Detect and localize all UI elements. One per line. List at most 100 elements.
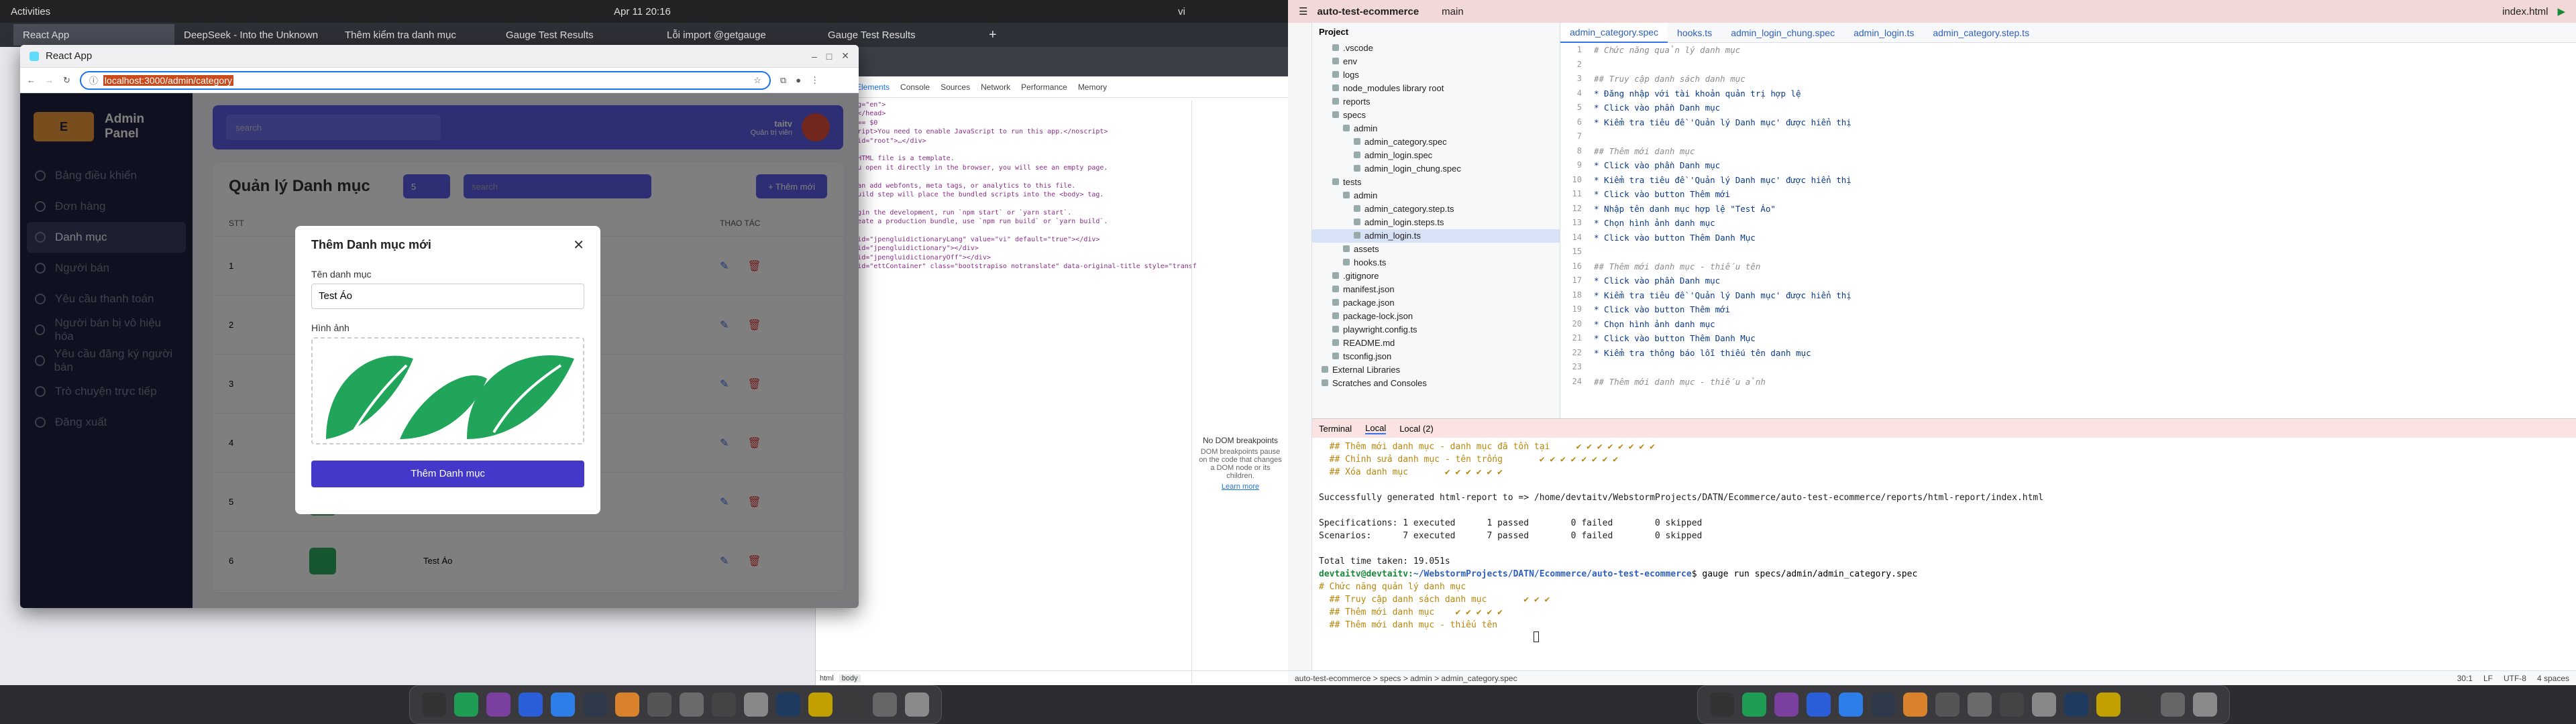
- code-line[interactable]: * Kiểm tra tiêu đề 'Quản lý Danh mục' đư…: [1594, 115, 1851, 130]
- dom-line[interactable]: <body> == $0: [821, 119, 1197, 127]
- dom-line[interactable]: <div id="root">…</div>: [821, 137, 1197, 145]
- activities-button[interactable]: Activities: [11, 6, 50, 17]
- dock-app-icon[interactable]: [1742, 692, 1766, 717]
- tree-item[interactable]: admin: [1312, 122, 1560, 135]
- new-tab-icon[interactable]: +: [979, 24, 1006, 46]
- code-line[interactable]: * Kiểm tra tiêu đề 'Quản lý Danh mục' đư…: [1594, 288, 1851, 303]
- editor-tab[interactable]: hooks.ts: [1668, 23, 1721, 43]
- dock-app-icon[interactable]: [1774, 692, 1799, 717]
- code-line[interactable]: * Đăng nhập với tài khoản quản trị hợp l…: [1594, 86, 1851, 101]
- dock-app-icon[interactable]: [454, 692, 478, 717]
- dom-line[interactable]: [821, 145, 1197, 154]
- code-editor[interactable]: # Chức năng quản lý danh mục ## Truy cập …: [1587, 43, 1851, 389]
- code-line[interactable]: * Click vào phần Danh mục: [1594, 101, 1851, 115]
- run-config[interactable]: index.html: [2502, 6, 2548, 17]
- run-icon[interactable]: ▶: [2557, 5, 2565, 17]
- editor-tab[interactable]: admin_login.ts: [1844, 23, 1923, 43]
- tree-item[interactable]: .vscode: [1312, 42, 1560, 55]
- tree-item[interactable]: assets: [1312, 243, 1560, 256]
- encoding[interactable]: UTF-8: [2504, 674, 2526, 683]
- tree-item[interactable]: tsconfig.json: [1312, 350, 1560, 363]
- elements-tree[interactable]: <html lang="en"> <head>…</head> <body> =…: [821, 101, 1197, 271]
- image-dropzone[interactable]: [311, 337, 584, 444]
- extensions-icon[interactable]: ⧉: [780, 75, 786, 86]
- tree-item[interactable]: admin_login.spec: [1312, 149, 1560, 162]
- dock-app-icon[interactable]: [519, 692, 543, 717]
- tree-item[interactable]: reports: [1312, 95, 1560, 109]
- maximize-icon[interactable]: □: [826, 51, 832, 62]
- indent-setting[interactable]: 4 spaces: [2537, 674, 2569, 683]
- dom-line[interactable]: <noscript>You need to enable JavaScript …: [821, 127, 1197, 136]
- tree-item[interactable]: External Libraries: [1312, 363, 1560, 377]
- code-line[interactable]: * Click vào phần Danh mục: [1594, 158, 1851, 173]
- devtools-tab[interactable]: Network: [981, 82, 1010, 92]
- dock-app-icon[interactable]: [808, 692, 833, 717]
- dock-app-icon[interactable]: [2161, 692, 2185, 717]
- language-indicator[interactable]: vi: [1178, 6, 1185, 17]
- tree-item[interactable]: admin_login_chung.spec: [1312, 162, 1560, 176]
- profile-icon[interactable]: ●: [796, 75, 801, 85]
- code-line[interactable]: [1594, 129, 1851, 144]
- terminal-tab[interactable]: Terminal: [1319, 424, 1352, 434]
- dock-app-icon[interactable]: [615, 692, 639, 717]
- browser-tab[interactable]: Gauge Test Results: [496, 24, 657, 46]
- code-line[interactable]: ## Thêm mới danh mục - thiếu ảnh: [1594, 375, 1851, 389]
- menu-kebab-icon[interactable]: ⋮: [810, 75, 819, 86]
- dom-line[interactable]: [821, 199, 1197, 208]
- dock-app-icon[interactable]: [1839, 692, 1863, 717]
- browser-tab[interactable]: React App: [13, 24, 174, 46]
- ide-menu-icon[interactable]: ☰: [1299, 5, 1307, 17]
- dom-line[interactable]: [821, 226, 1197, 235]
- site-info-icon[interactable]: ⓘ: [89, 74, 98, 86]
- dock-app-icon[interactable]: [1935, 692, 1960, 717]
- crumb-body[interactable]: body: [839, 674, 861, 682]
- address-bar[interactable]: ⓘ localhost:3000/admin/category ☆: [79, 70, 771, 90]
- dock-app-icon[interactable]: [905, 692, 929, 717]
- browser-tab[interactable]: Thêm kiểm tra danh mục: [335, 24, 496, 46]
- tree-item[interactable]: package.json: [1312, 296, 1560, 310]
- dom-line[interactable]: To create a production bundle, use `npm …: [821, 217, 1197, 226]
- tree-item[interactable]: node_modules library root: [1312, 82, 1560, 95]
- code-line[interactable]: * Kiểm tra tiêu đề 'Quản lý Danh mục' đư…: [1594, 173, 1851, 188]
- learn-more-link[interactable]: Learn more: [1192, 483, 1289, 491]
- status-breadcrumb[interactable]: auto-test-ecommerce > specs > admin > ad…: [1295, 674, 1517, 683]
- name-input[interactable]: Test Áo: [311, 284, 584, 309]
- dock-app-icon[interactable]: [680, 692, 704, 717]
- dom-line[interactable]: [821, 172, 1197, 181]
- dock-app-icon[interactable]: [873, 692, 897, 717]
- terminal-output[interactable]: ## Thêm mới danh mục - danh mục đã tồn t…: [1312, 438, 2576, 648]
- tree-item[interactable]: playwright.config.ts: [1312, 323, 1560, 337]
- dock-app-icon[interactable]: [2129, 692, 2153, 717]
- devtools-tab[interactable]: Memory: [1078, 82, 1107, 92]
- dock-app-icon[interactable]: [1968, 692, 1992, 717]
- tree-item[interactable]: admin_login.ts: [1312, 229, 1560, 243]
- devtools-tab[interactable]: Sources: [941, 82, 970, 92]
- code-line[interactable]: * Click vào button Thêm Danh Mục: [1594, 331, 1851, 346]
- dock-app-icon[interactable]: [647, 692, 672, 717]
- editor-tab[interactable]: admin_login_chung.spec: [1721, 23, 1844, 43]
- dock-app-icon[interactable]: [1871, 692, 1895, 717]
- dom-line[interactable]: You can add webfonts, meta tags, or anal…: [821, 182, 1197, 190]
- code-line[interactable]: * Click vào button Thêm Danh Mục: [1594, 231, 1851, 245]
- code-line[interactable]: * Click vào button Thêm mới: [1594, 187, 1851, 202]
- dock-app-icon[interactable]: [486, 692, 511, 717]
- dom-line[interactable]: To begin the development, run `npm start…: [821, 208, 1197, 217]
- line-ending[interactable]: LF: [2483, 674, 2493, 683]
- tree-item[interactable]: manifest.json: [1312, 283, 1560, 296]
- code-line[interactable]: [1594, 245, 1851, 259]
- tree-item[interactable]: admin: [1312, 189, 1560, 202]
- browser-tab[interactable]: Gauge Test Results: [818, 24, 979, 46]
- dock-app-icon[interactable]: [583, 692, 607, 717]
- dock-app-icon[interactable]: [744, 692, 768, 717]
- code-line[interactable]: * Click vào phần Danh mục: [1594, 274, 1851, 288]
- code-line[interactable]: [1594, 360, 1851, 375]
- url-text[interactable]: localhost:3000/admin/category: [103, 74, 233, 86]
- tree-item[interactable]: admin_category.step.ts: [1312, 202, 1560, 216]
- browser-tab[interactable]: Lỗi import @getgauge: [657, 24, 818, 46]
- terminal-tab[interactable]: Local: [1365, 423, 1387, 434]
- dom-line[interactable]: <div id="ettContainer" class="bootstrapi…: [821, 262, 1197, 271]
- dom-line[interactable]: The build step will place the bundled sc…: [821, 190, 1197, 199]
- cursor-position[interactable]: 30:1: [2457, 674, 2473, 683]
- clock[interactable]: Apr 11 20:16: [614, 6, 671, 17]
- bookmark-star-icon[interactable]: ☆: [753, 75, 761, 86]
